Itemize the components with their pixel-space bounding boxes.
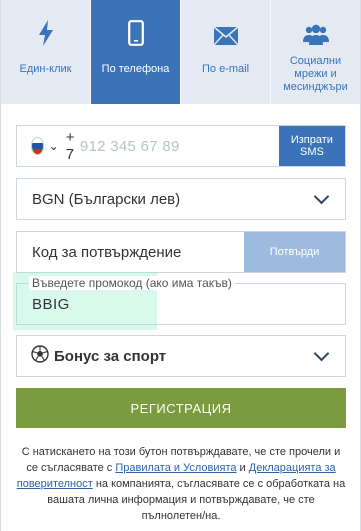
tab-label: Един-клик (19, 63, 72, 75)
tab-by-email[interactable]: По e-mail (181, 0, 271, 104)
legal-disclaimer: С натискането на този бутон потвърждават… (16, 444, 346, 524)
phone-field-row: ⌄ + 7 Изпрати SMS (16, 125, 346, 167)
registration-form: ⌄ + 7 Изпрати SMS BGN (Български лев) По… (13, 125, 346, 524)
tab-one-click[interactable]: Един-клик (1, 0, 91, 104)
currency-select[interactable]: BGN (Български лев) (16, 178, 346, 220)
bonus-value: Бонус за спорт (54, 347, 167, 365)
tab-social[interactable]: Социални мрежи и месинджъри (271, 0, 360, 104)
bonus-selected: Бонус за спорт (31, 345, 166, 367)
chevron-down-icon (313, 188, 330, 204)
lightning-icon (1, 0, 90, 46)
registration-tabs: Един-клик По телефона По e-mail Социални… (1, 0, 360, 104)
tab-label: По телефона (101, 63, 170, 75)
promo-code-label: Въведете промокод (ако има такъв) (29, 276, 235, 290)
code-field-row: Потвърди (16, 231, 346, 273)
tab-by-phone[interactable]: По телефона (91, 0, 181, 104)
phone-input[interactable] (79, 126, 279, 166)
chevron-down-icon: ⌄ (48, 139, 59, 153)
soccer-ball-icon (31, 345, 49, 367)
users-icon (271, 0, 360, 46)
chevron-down-icon (313, 345, 330, 361)
currency-value: BGN (Български лев) (32, 190, 181, 208)
terms-link[interactable]: Правилата и Условията (115, 462, 236, 474)
tab-label: Социални мрежи и месинджъри (283, 55, 348, 93)
envelope-icon (181, 0, 270, 46)
promo-code-value: BBIG (32, 296, 70, 313)
promo-code-field[interactable]: Въведете промокод (ако има такъв) BBIG (13, 272, 346, 330)
country-code-selector[interactable]: ⌄ + 7 (17, 126, 80, 166)
confirm-code-button[interactable]: Потвърди (244, 232, 345, 272)
confirmation-code-input[interactable] (17, 232, 244, 272)
flag-russia-icon (31, 137, 44, 155)
tab-label: По e-mail (201, 63, 250, 75)
legal-text: на компанията, съгласявате се с обработк… (47, 478, 346, 522)
smartphone-icon (91, 0, 180, 46)
legal-text: и (236, 462, 249, 474)
registration-panel: Един-клик По телефона По e-mail Социални… (0, 0, 361, 531)
bonus-select[interactable]: Бонус за спорт (16, 335, 346, 377)
register-button[interactable]: РЕГИСТРАЦИЯ (16, 388, 346, 428)
phone-prefix: + 7 (65, 129, 75, 163)
send-sms-button[interactable]: Изпрати SMS (278, 126, 345, 166)
